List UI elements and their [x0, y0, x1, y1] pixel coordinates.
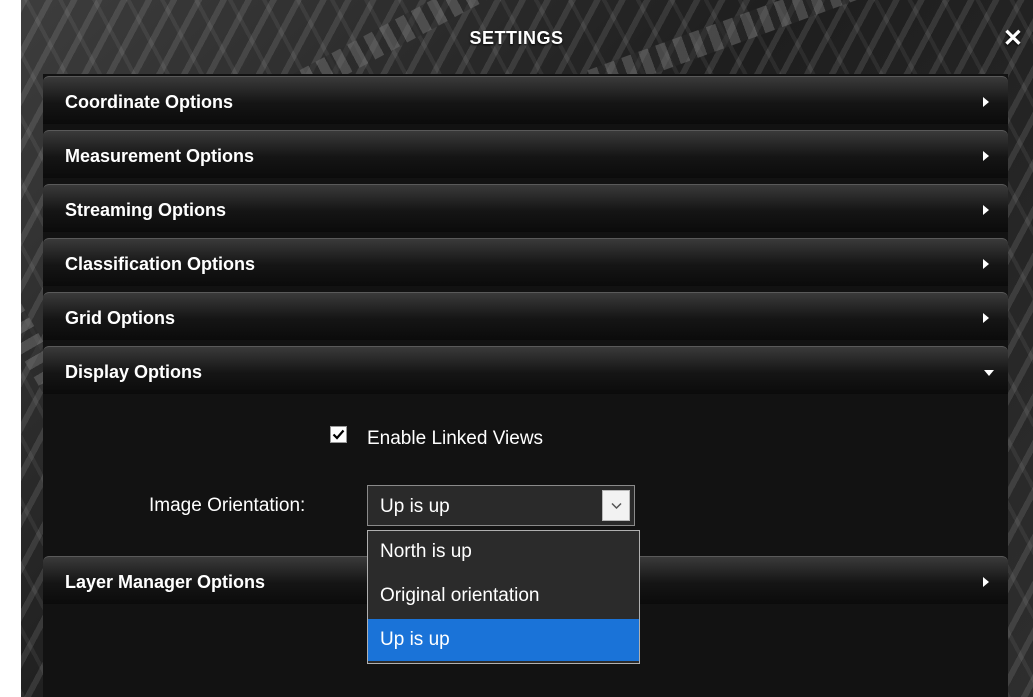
section-label: Measurement Options — [65, 146, 255, 166]
section-label: Streaming Options — [65, 200, 227, 220]
section-display-options[interactable]: Display Options — [43, 346, 1008, 394]
chevron-right-icon — [983, 97, 989, 107]
close-icon[interactable]: ✕ — [1003, 27, 1023, 51]
chevron-down-icon — [611, 502, 622, 510]
section-label: Coordinate Options — [65, 92, 233, 112]
option-original-orientation[interactable]: Original orientation — [368, 575, 639, 617]
option-up-is-up[interactable]: Up is up — [368, 619, 639, 661]
image-orientation-value: Up is up — [380, 496, 450, 517]
section-grid-options[interactable]: Grid Options — [43, 292, 1008, 340]
section-streaming-options[interactable]: Streaming Options — [43, 184, 1008, 232]
section-coordinate-options[interactable]: Coordinate Options — [43, 76, 1008, 124]
chevron-right-icon — [983, 577, 989, 587]
section-measurement-options[interactable]: Measurement Options — [43, 130, 1008, 178]
checkmark-icon — [332, 429, 345, 440]
section-classification-options[interactable]: Classification Options — [43, 238, 1008, 286]
linked-views-label: Enable Linked Views — [367, 428, 544, 449]
chevron-right-icon — [983, 151, 989, 161]
section-label: Grid Options — [65, 308, 175, 328]
linked-views-checkbox[interactable] — [330, 426, 347, 443]
chevron-right-icon — [983, 259, 989, 269]
image-orientation-select[interactable]: Up is up — [367, 485, 635, 526]
dropdown-toggle-button[interactable] — [602, 490, 630, 521]
section-label: Classification Options — [65, 254, 256, 274]
image-orientation-label: Image Orientation: — [149, 495, 306, 516]
section-label: Layer Manager Options — [65, 572, 266, 592]
section-label: Display Options — [65, 362, 203, 382]
settings-title: SETTINGS — [469, 28, 564, 48]
image-orientation-dropdown-list: North is up Original orientation Up is u… — [367, 530, 640, 664]
option-north-is-up[interactable]: North is up — [368, 531, 639, 573]
chevron-down-icon — [984, 370, 994, 376]
chevron-right-icon — [983, 313, 989, 323]
chevron-right-icon — [983, 205, 989, 215]
